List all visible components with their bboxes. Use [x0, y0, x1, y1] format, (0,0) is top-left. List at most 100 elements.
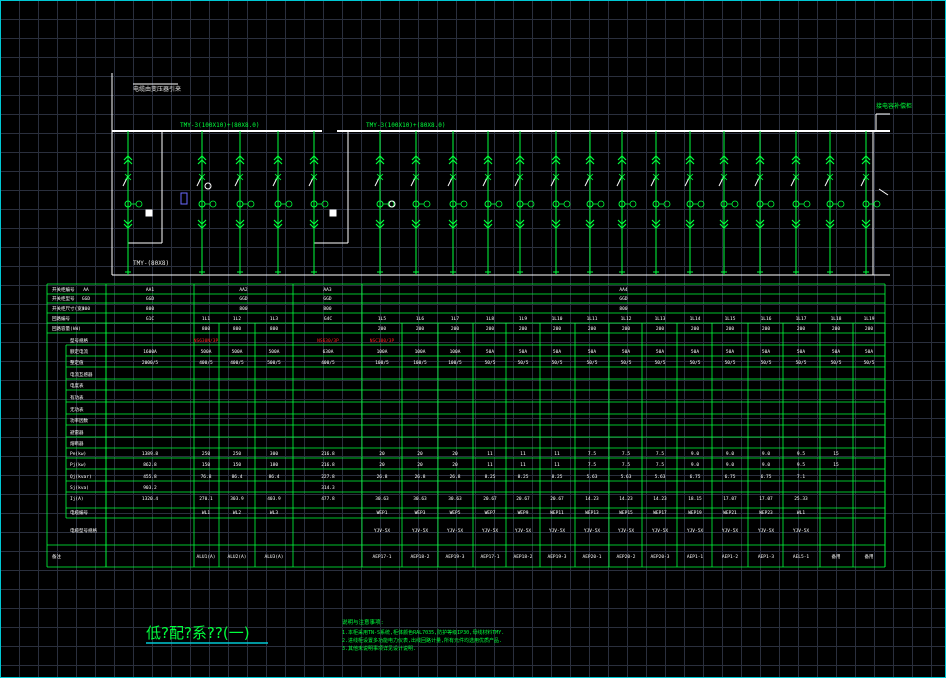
cell-text: 400/5: [230, 360, 244, 366]
cell-text: 14.23: [619, 496, 633, 502]
cabinet-type: GGD: [323, 296, 331, 302]
row-label: 熔断器: [70, 440, 84, 447]
cell-text: 50A: [726, 349, 734, 355]
cell-text: YJV-5X: [482, 528, 499, 534]
cabinet-id: AA4: [619, 287, 627, 293]
cell-text: 200: [797, 326, 805, 332]
row-label: 无功表: [70, 406, 84, 413]
cell-text: 100A: [377, 349, 388, 355]
cell-text: 30.63: [375, 496, 389, 502]
ammeter-icon: [460, 200, 468, 208]
ammeter-icon: [731, 200, 739, 208]
cell-text: YJV-5X: [412, 528, 429, 534]
bus-right-label: TMY-3(100X10)+(80X8.0): [366, 122, 445, 129]
cell-text: WEP13: [585, 510, 599, 516]
cell-text: AEP19-3: [548, 554, 567, 560]
ammeter-icon: [423, 200, 431, 208]
cell-text: YJV-5X: [618, 528, 635, 534]
cell-text: YJV-5X: [722, 528, 739, 534]
cell-text: 30.63: [413, 496, 427, 502]
cell-text: 备用: [865, 553, 874, 560]
cell-text: 630A: [323, 349, 334, 355]
cell-text: 1L15: [725, 316, 736, 322]
note-line: 1.本柜采用TN-S系统,柜体颜色RAL7035,防护等级IP30,母线材料TM…: [342, 629, 504, 636]
cell-text: 20.67: [550, 496, 564, 502]
cell-text: 1L18: [831, 316, 842, 322]
feeder-circuit: [272, 131, 293, 275]
ammeter-icon: [597, 200, 605, 208]
cell-text: 18.15: [688, 496, 702, 502]
cell-text: 50/5: [690, 360, 701, 366]
cell-text: 9.0: [762, 451, 770, 457]
cell-text: 50/5: [761, 360, 772, 366]
cell-text: 9.5: [797, 462, 805, 468]
ammeter-icon: [495, 200, 503, 208]
ammeter-icon: [837, 200, 845, 208]
ammeter-icon: [563, 200, 571, 208]
cell-text: NS630/3P: [317, 338, 339, 344]
cell-text: ALU1(A): [197, 554, 216, 560]
row-label: 备注: [52, 553, 61, 560]
cell-text: 200: [832, 326, 840, 332]
row-label: 回路编号: [52, 315, 70, 322]
ammeter-icon: [767, 200, 775, 208]
indicator-icon: [329, 209, 337, 217]
cell-text: 50/5: [621, 360, 632, 366]
cell-text: WL1: [797, 510, 805, 516]
cell-text: 1L19: [864, 316, 875, 322]
bus-left-label: TMY-3(100X10)+(80X8.0): [180, 122, 259, 129]
cell-text: WEP1: [377, 510, 388, 516]
cell-text: WEP11: [550, 510, 564, 516]
cell-text: 180: [270, 462, 278, 468]
cell-text: 200: [726, 326, 734, 332]
cell-text: 216.8: [321, 451, 335, 457]
row-label: Qj(kvar): [70, 474, 92, 480]
cell-text: 100/5: [448, 360, 462, 366]
cell-text: AEP20-2: [617, 554, 636, 560]
cell-text: 200: [691, 326, 699, 332]
break-symbol: [878, 188, 889, 196]
cell-text: WEP15: [619, 510, 633, 516]
cell-text: 1L14: [690, 316, 701, 322]
feeder-circuit: [514, 131, 535, 275]
cell-text: 76.8: [201, 474, 212, 480]
cell-text: YJV-5X: [687, 528, 704, 534]
cell-text: 100/5: [375, 360, 389, 366]
cell-text: 455.8: [143, 474, 157, 480]
row-label: 型号规格: [70, 337, 88, 344]
cell-text: 50A: [691, 349, 699, 355]
cell-text: 7.5: [656, 451, 664, 457]
cell-text: 5.63: [621, 474, 632, 480]
schematic-layer: [111, 73, 890, 276]
cell-text: G1C: [146, 316, 154, 322]
cell-text: 26.8: [415, 474, 426, 480]
cabinet-width: 800: [146, 306, 154, 312]
cell-text: WEP17: [653, 510, 667, 516]
cad-canvas[interactable]: { "title": "低?配?系??(一)", "notes_title": …: [0, 0, 946, 678]
cell-text: 11: [554, 462, 560, 468]
cell-text: 1L1: [202, 316, 210, 322]
cell-text: WEP23: [759, 510, 773, 516]
cell-text: 250: [202, 451, 210, 457]
cell-text: 903.2: [143, 485, 157, 491]
cell-text: 7.5: [588, 451, 596, 457]
cell-text: 303.9: [230, 496, 244, 502]
row-label: 开关柜尺寸(宽): [52, 305, 84, 312]
cell-text: 50/5: [552, 360, 563, 366]
feeder-circuit: [122, 131, 143, 275]
cell-text: 200: [378, 326, 386, 332]
cell-text: 477.8: [321, 496, 335, 502]
row-label: 回路容量(kW): [52, 325, 81, 332]
notes-title: 说明与注意事项:: [342, 618, 384, 626]
cell-text: WL3: [270, 510, 278, 516]
ammeter-icon: [209, 200, 217, 208]
cell-text: 11: [487, 462, 493, 468]
ammeter-icon: [321, 200, 329, 208]
cell-text: 20.67: [516, 496, 530, 502]
ammeter-icon: [697, 200, 705, 208]
cell-text: 50/5: [587, 360, 598, 366]
feeder-circuit: [482, 131, 503, 275]
cell-text: NS630N/3P: [194, 338, 219, 344]
ammeter-icon: [247, 200, 255, 208]
cell-text: YJV-5X: [584, 528, 601, 534]
